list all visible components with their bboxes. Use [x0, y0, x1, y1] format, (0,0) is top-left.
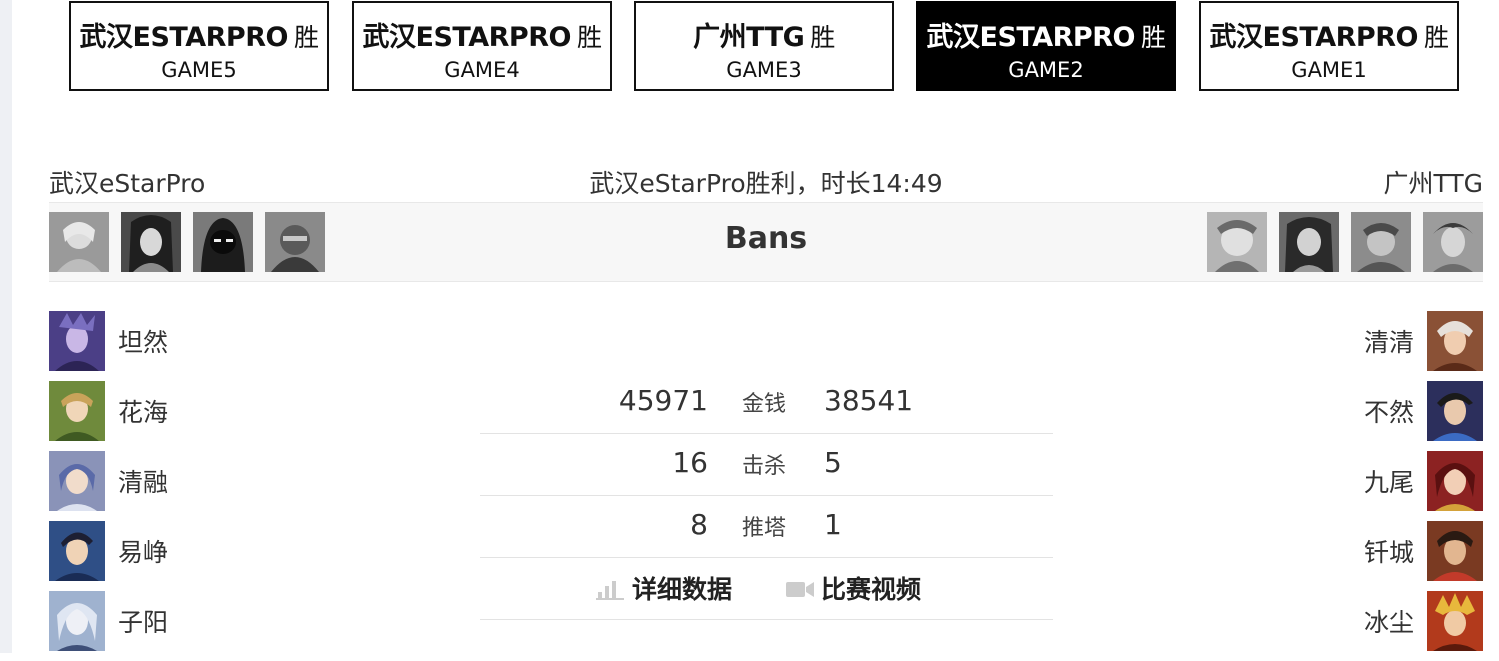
game-tab-winner: 广州TTG 胜 [693, 22, 835, 53]
player-row[interactable]: 九尾 [1223, 451, 1483, 511]
player-name: 坦然 [118, 328, 169, 357]
game-tab-winner: 武汉ESTARPRO 胜 [362, 22, 602, 53]
hero-avatar [1427, 311, 1483, 371]
stat-label: 金钱 [742, 392, 787, 417]
player-row[interactable]: 子阳 [49, 591, 309, 651]
hero-avatar [1427, 381, 1483, 441]
stat-left-value: 45971 [618, 384, 708, 417]
game-tab-2[interactable]: 武汉ESTARPRO 胜 GAME2 [916, 1, 1176, 91]
player-row[interactable]: 坦然 [49, 311, 309, 371]
hero-ban-icon [1351, 212, 1411, 272]
player-name: 子阳 [118, 608, 169, 637]
player-name: 不然 [1363, 398, 1414, 427]
player-name: 钎城 [1363, 538, 1414, 567]
player-row[interactable]: 钎城 [1223, 521, 1483, 581]
player-name: 清清 [1363, 328, 1414, 357]
hero-avatar [49, 591, 105, 651]
hero-ban-icon [1207, 212, 1267, 272]
bans-title: Bans [724, 221, 808, 256]
player-name: 清融 [118, 468, 169, 497]
hero-avatar [49, 451, 105, 511]
game-tab-winner: 武汉ESTARPRO 胜 [79, 22, 319, 53]
player-name: 九尾 [1363, 468, 1414, 497]
video-camera-icon [785, 577, 815, 606]
game-tabs: 武汉ESTARPRO 胜 GAME5 武汉ESTARPRO 胜 GAME4 广州TT… [0, 0, 1499, 100]
game-tab-label: GAME3 [726, 58, 802, 82]
game-tab-winner: 武汉ESTARPRO 胜 [1209, 22, 1449, 53]
stat-right-value: 38541 [824, 384, 914, 417]
detail-data-button[interactable]: 详细数据 [596, 570, 732, 606]
match-result: 武汉eStarPro胜利，时长14:49 [589, 169, 943, 198]
game-tab-1[interactable]: 武汉ESTARPRO 胜 GAME1 [1199, 1, 1459, 91]
player-row[interactable]: 清融 [49, 451, 309, 511]
player-row[interactable]: 清清 [1223, 311, 1483, 371]
stat-label: 击杀 [742, 454, 787, 479]
bar-chart-icon [596, 577, 626, 606]
stat-row-towers: 8 推塔 1 [480, 496, 1053, 558]
player-row[interactable]: 易峥 [49, 521, 309, 581]
stat-right-value: 5 [824, 446, 842, 479]
right-roster: 清清 不然 九尾 钎城 冰尘 [1223, 311, 1483, 661]
player-row[interactable]: 花海 [49, 381, 309, 441]
hero-avatar [49, 381, 105, 441]
game-tab-5[interactable]: 武汉ESTARPRO 胜 GAME5 [69, 1, 329, 91]
right-team-name: 广州TTG [1383, 169, 1483, 198]
bans-bar: Bans [49, 202, 1483, 282]
game-tab-label: GAME4 [444, 58, 520, 82]
game-tab-winner: 武汉ESTARPRO 胜 [926, 22, 1166, 53]
match-header: 武汉eStarPro 武汉eStarPro胜利，时长14:49 广州TTG [49, 160, 1483, 202]
stat-row-kills: 16 击杀 5 [480, 434, 1053, 496]
player-row[interactable]: 不然 [1223, 381, 1483, 441]
match-video-button[interactable]: 比赛视频 [785, 570, 921, 606]
left-roster: 坦然 花海 清融 易峥 子阳 [49, 311, 309, 661]
hero-avatar [1427, 591, 1483, 651]
stat-left-value: 8 [690, 508, 708, 541]
hero-avatar [1427, 451, 1483, 511]
player-name: 冰尘 [1363, 608, 1414, 637]
game-tab-label: GAME2 [1008, 58, 1084, 82]
stat-right-value: 1 [824, 508, 842, 541]
game-tab-3[interactable]: 广州TTG 胜 GAME3 [634, 1, 894, 91]
hero-avatar [49, 311, 105, 371]
hero-avatar [49, 521, 105, 581]
game-tab-4[interactable]: 武汉ESTARPRO 胜 GAME4 [352, 1, 612, 91]
game-tab-label: GAME5 [161, 58, 237, 82]
hero-avatar [1427, 521, 1483, 581]
game-tab-label: GAME1 [1291, 58, 1367, 82]
stats-table: 45971 金钱 38541 16 击杀 5 8 推塔 1 详细数据 比赛视频 [480, 372, 1053, 620]
hero-ban-icon [1423, 212, 1483, 272]
stat-left-value: 16 [672, 446, 708, 479]
action-row: 详细数据 比赛视频 [480, 558, 1053, 620]
stat-row-gold: 45971 金钱 38541 [480, 372, 1053, 434]
hero-ban-icon [1279, 212, 1339, 272]
player-name: 花海 [118, 398, 169, 427]
player-name: 易峥 [118, 538, 169, 567]
stat-label: 推塔 [742, 516, 787, 541]
player-row[interactable]: 冰尘 [1223, 591, 1483, 651]
